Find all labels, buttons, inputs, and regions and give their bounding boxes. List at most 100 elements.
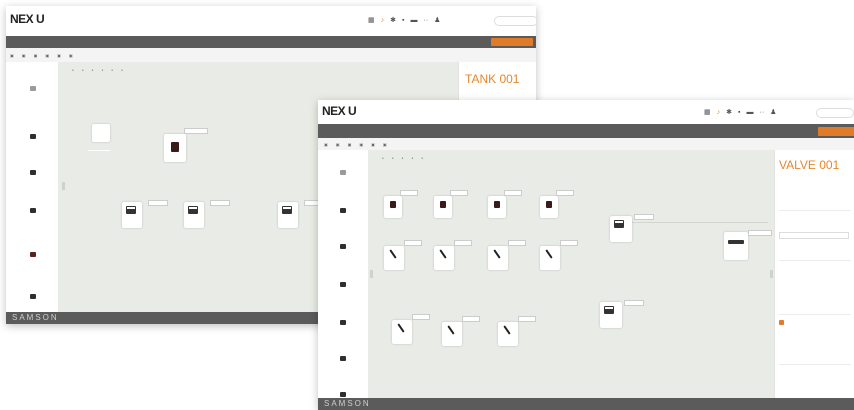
palette-item-icon[interactable] <box>340 170 346 175</box>
user-menu[interactable] <box>494 16 536 26</box>
node-tag <box>412 314 430 320</box>
controller-node[interactable] <box>488 196 506 218</box>
diagram-canvas[interactable] <box>368 150 774 403</box>
valve-node[interactable] <box>498 322 518 346</box>
main-nav <box>318 124 854 138</box>
alert-icon[interactable]: ♪ <box>717 109 721 116</box>
valve-node[interactable] <box>384 246 404 270</box>
user-icon[interactable]: ♟ <box>770 108 776 116</box>
palette-item-icon[interactable] <box>340 320 346 325</box>
controller-icon <box>171 142 179 152</box>
type-select[interactable] <box>779 232 849 239</box>
tool-icon[interactable] <box>371 142 375 147</box>
top-bar: NEX U ▦ ♪ ✱ ▪ ▬ ·· ♟ <box>318 100 854 125</box>
monitor-icon[interactable]: ▪ <box>402 17 404 24</box>
gear-icon[interactable]: ✱ <box>390 16 396 24</box>
tool-icon[interactable] <box>57 53 61 58</box>
grid-icon[interactable]: ▦ <box>368 16 375 24</box>
valve-node[interactable] <box>392 320 412 344</box>
tool-icon[interactable] <box>22 53 26 58</box>
lang-icon[interactable]: ·· <box>423 17 428 24</box>
node-tag <box>634 214 654 220</box>
gear-icon[interactable]: ✱ <box>726 108 732 116</box>
scroll-handle[interactable] <box>62 182 65 190</box>
node[interactable] <box>164 134 186 162</box>
canvas-tool[interactable] <box>101 68 103 72</box>
logo: NEX U <box>10 12 45 26</box>
controller-icon <box>440 201 446 208</box>
main-nav <box>6 36 536 48</box>
front-window: NEX U ▦ ♪ ✱ ▪ ▬ ·· ♟ ▣ ▣ ▣ ▣ ▣ ▣ ● ● ● ●… <box>318 100 854 410</box>
palette-item-icon[interactable] <box>30 86 36 91</box>
tool-icon[interactable] <box>34 53 38 58</box>
user-icon[interactable]: ♟ <box>434 16 440 24</box>
tool-icon[interactable] <box>359 142 363 147</box>
tank-icon <box>614 220 624 228</box>
palette-item-icon[interactable] <box>340 392 346 397</box>
tool-icon[interactable] <box>348 142 352 147</box>
canvas-tool[interactable] <box>111 68 113 72</box>
palette-item-icon[interactable] <box>30 208 36 213</box>
tank-node[interactable] <box>610 216 632 242</box>
connection-line <box>628 222 768 223</box>
monitor-icon[interactable]: ▪ <box>738 109 740 116</box>
canvas-tool[interactable] <box>402 156 404 160</box>
valve-node[interactable] <box>488 246 508 270</box>
tool-icon[interactable] <box>45 53 49 58</box>
node-tag <box>556 190 574 196</box>
user-menu[interactable] <box>816 108 854 118</box>
tank-node[interactable] <box>724 232 748 260</box>
valve-node[interactable] <box>540 246 560 270</box>
palette-item-icon[interactable] <box>340 244 346 249</box>
tool-icon[interactable] <box>324 142 328 147</box>
controller-node[interactable] <box>384 196 402 218</box>
lang-icon[interactable]: ·· <box>759 109 764 116</box>
valve-icon <box>503 325 511 335</box>
palette-item-icon[interactable] <box>30 170 36 175</box>
palette-item-icon[interactable] <box>30 252 36 257</box>
valve-node[interactable] <box>442 322 462 346</box>
canvas-tabs <box>72 82 80 83</box>
list-icon[interactable]: ▬ <box>746 109 753 116</box>
tank-node[interactable] <box>600 302 622 328</box>
node[interactable] <box>278 202 298 228</box>
node[interactable] <box>92 124 110 142</box>
node-tag <box>748 230 772 236</box>
palette-item-icon[interactable] <box>30 134 36 139</box>
canvas-tool[interactable] <box>121 68 123 72</box>
valve-node[interactable] <box>434 246 454 270</box>
palette-item-icon[interactable] <box>340 208 346 213</box>
tank-icon <box>188 206 198 214</box>
canvas-tool[interactable] <box>82 68 84 72</box>
controller-node[interactable] <box>540 196 558 218</box>
checkbox[interactable] <box>779 320 784 325</box>
canvas-tool[interactable] <box>421 156 423 160</box>
node-tag <box>404 240 422 246</box>
tool-icon[interactable] <box>69 53 73 58</box>
tool-icon[interactable] <box>336 142 340 147</box>
scroll-handle[interactable] <box>370 270 373 278</box>
scroll-handle[interactable] <box>770 270 773 278</box>
tool-icon[interactable] <box>10 53 14 58</box>
properties-panel: VALVE 001 <box>774 150 854 398</box>
canvas-tool[interactable] <box>411 156 413 160</box>
list-icon[interactable]: ▬ <box>410 17 417 24</box>
alert-icon[interactable]: ♪ <box>381 17 385 24</box>
palette-item-icon[interactable] <box>340 356 346 361</box>
tool-icon[interactable] <box>383 142 387 147</box>
sub-toolbar <box>6 48 536 63</box>
nav-action-button[interactable] <box>491 38 533 46</box>
canvas-tool[interactable] <box>392 156 394 160</box>
top-bar: NEX U ▦ ♪ ✱ ▪ ▬ ·· ♟ <box>6 6 536 37</box>
divider <box>779 260 851 261</box>
palette-item-icon[interactable] <box>340 282 346 287</box>
canvas-tool[interactable] <box>92 68 94 72</box>
node[interactable] <box>184 202 204 228</box>
canvas-tool[interactable] <box>72 68 74 72</box>
grid-icon[interactable]: ▦ <box>704 108 711 116</box>
node[interactable] <box>122 202 142 228</box>
nav-action-button[interactable] <box>818 127 854 136</box>
palette-item-icon[interactable] <box>30 294 36 299</box>
controller-node[interactable] <box>434 196 452 218</box>
canvas-tool[interactable] <box>382 156 384 160</box>
